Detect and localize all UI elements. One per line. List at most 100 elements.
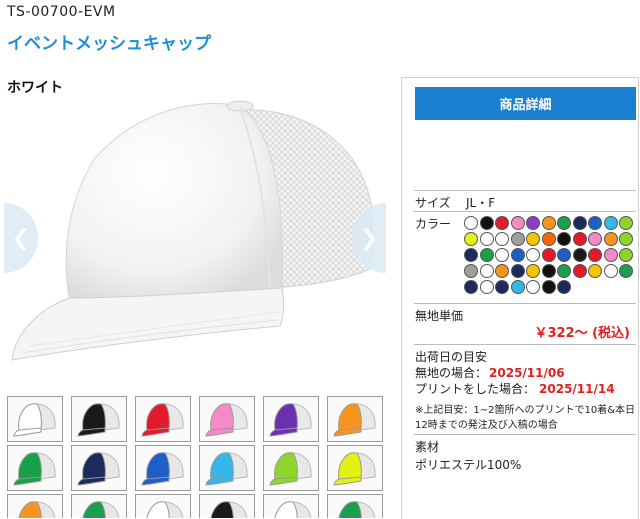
color-swatch[interactable] <box>619 232 633 246</box>
color-thumbnail[interactable] <box>71 494 127 518</box>
color-swatch[interactable] <box>510 232 525 246</box>
product-main-image <box>11 100 373 361</box>
color-swatch[interactable] <box>588 216 602 230</box>
color-swatch[interactable] <box>526 248 540 262</box>
color-swatch[interactable] <box>479 216 494 230</box>
color-swatch[interactable] <box>464 264 478 278</box>
color-thumbnail[interactable] <box>263 445 319 491</box>
color-swatch[interactable] <box>464 216 478 230</box>
chevron-right-icon: ❯ <box>359 225 379 251</box>
color-swatch[interactable] <box>572 232 587 246</box>
cap-icon <box>205 452 248 486</box>
color-thumbnail[interactable] <box>135 445 191 491</box>
color-swatch[interactable] <box>464 232 478 246</box>
color-thumbnail[interactable] <box>199 396 255 442</box>
color-swatch[interactable] <box>526 264 540 278</box>
color-swatch[interactable] <box>588 264 602 278</box>
cap-icon <box>77 403 120 437</box>
color-swatch[interactable] <box>510 280 525 294</box>
color-swatch[interactable] <box>603 264 618 278</box>
color-swatch[interactable] <box>541 248 556 262</box>
product-detail-button[interactable]: 商品詳細 <box>415 87 636 120</box>
color-thumbnail[interactable] <box>263 396 319 442</box>
color-thumbnail[interactable] <box>71 445 127 491</box>
color-swatch[interactable] <box>541 216 556 230</box>
color-thumbnail[interactable] <box>199 445 255 491</box>
cap-icon <box>18 501 56 518</box>
size-value: JL・F <box>466 196 496 210</box>
cap-icon <box>269 403 312 437</box>
color-swatch[interactable] <box>510 216 525 230</box>
color-swatch[interactable] <box>588 248 602 262</box>
color-swatch[interactable] <box>495 216 509 230</box>
color-swatch[interactable] <box>495 264 509 278</box>
color-thumbnail[interactable] <box>7 396 63 442</box>
product-title: イベントメッシュキャップ <box>7 34 211 54</box>
color-swatch[interactable] <box>495 248 509 262</box>
divider <box>414 190 636 191</box>
chevron-left-icon: ❮ <box>11 225 31 251</box>
ship-estimate-title: 出荷日の目安 <box>415 350 488 364</box>
cap-icon <box>13 452 56 486</box>
color-swatch[interactable] <box>479 264 494 278</box>
color-swatch[interactable] <box>619 264 633 278</box>
color-swatch[interactable] <box>495 232 509 246</box>
badge-printable: プリント可 <box>521 133 582 148</box>
color-thumbnail[interactable] <box>135 494 191 518</box>
cap-icon <box>205 403 248 437</box>
color-swatch[interactable] <box>464 280 478 294</box>
color-swatch[interactable] <box>541 264 556 278</box>
cap-icon <box>141 452 184 486</box>
color-swatch[interactable] <box>572 264 587 278</box>
color-swatch[interactable] <box>495 280 509 294</box>
color-swatch[interactable] <box>603 248 618 262</box>
ship-note: ※上記目安：1~2箇所へのプリントで10着&本日12時までの発注及び入稿の場合 <box>415 405 636 431</box>
color-swatch[interactable] <box>510 264 525 278</box>
cap-icon <box>13 403 56 437</box>
color-thumbnail[interactable] <box>71 396 127 442</box>
color-swatch[interactable] <box>479 280 494 294</box>
color-swatch[interactable] <box>479 232 494 246</box>
color-swatch[interactable] <box>510 248 525 262</box>
color-swatch[interactable] <box>526 232 540 246</box>
color-swatch[interactable] <box>572 216 587 230</box>
color-thumbnail[interactable] <box>199 494 255 518</box>
color-thumbnail[interactable] <box>263 494 319 518</box>
color-swatch[interactable] <box>541 280 556 294</box>
ship-print-label: プリントをした場合： <box>415 382 536 396</box>
color-thumbnail[interactable] <box>7 445 63 491</box>
ship-print-date: 2025/11/14 <box>539 382 615 396</box>
color-thumbnail[interactable] <box>327 396 383 442</box>
color-thumbnail[interactable] <box>7 494 63 518</box>
divider <box>414 344 636 345</box>
color-swatch[interactable] <box>464 248 478 262</box>
ship-plain-label: 無地の場合： <box>415 366 488 380</box>
badge-embroidery: 刺繍可 <box>423 166 460 181</box>
color-swatch[interactable] <box>603 216 618 230</box>
color-swatch[interactable] <box>619 248 633 262</box>
color-swatch[interactable] <box>557 280 571 294</box>
color-swatch[interactable] <box>557 232 571 246</box>
badge-recommended: おすすめ商品 <box>425 133 498 148</box>
color-swatch[interactable] <box>588 232 602 246</box>
color-swatch[interactable] <box>619 216 633 230</box>
divider <box>414 211 636 212</box>
color-thumbnail-grid <box>7 396 387 518</box>
color-swatch[interactable] <box>541 232 556 246</box>
plain-price-label: 無地単価 <box>415 309 464 323</box>
color-thumbnail[interactable] <box>327 494 383 518</box>
material-value: ポリエステル100% <box>415 458 522 472</box>
color-thumbnail[interactable] <box>135 396 191 442</box>
ship-print-row: プリントをした場合： 2025/11/14 <box>415 380 615 397</box>
color-thumbnail[interactable] <box>327 445 383 491</box>
color-swatch[interactable] <box>526 280 540 294</box>
size-label: サイズ <box>415 196 451 210</box>
color-swatch[interactable] <box>557 248 571 262</box>
color-swatch[interactable] <box>479 248 494 262</box>
color-swatch[interactable] <box>557 264 571 278</box>
color-swatch[interactable] <box>526 216 540 230</box>
color-swatch[interactable] <box>603 232 618 246</box>
color-swatch[interactable] <box>557 216 571 230</box>
color-label: カラー <box>415 217 452 231</box>
color-swatch[interactable] <box>572 248 587 262</box>
